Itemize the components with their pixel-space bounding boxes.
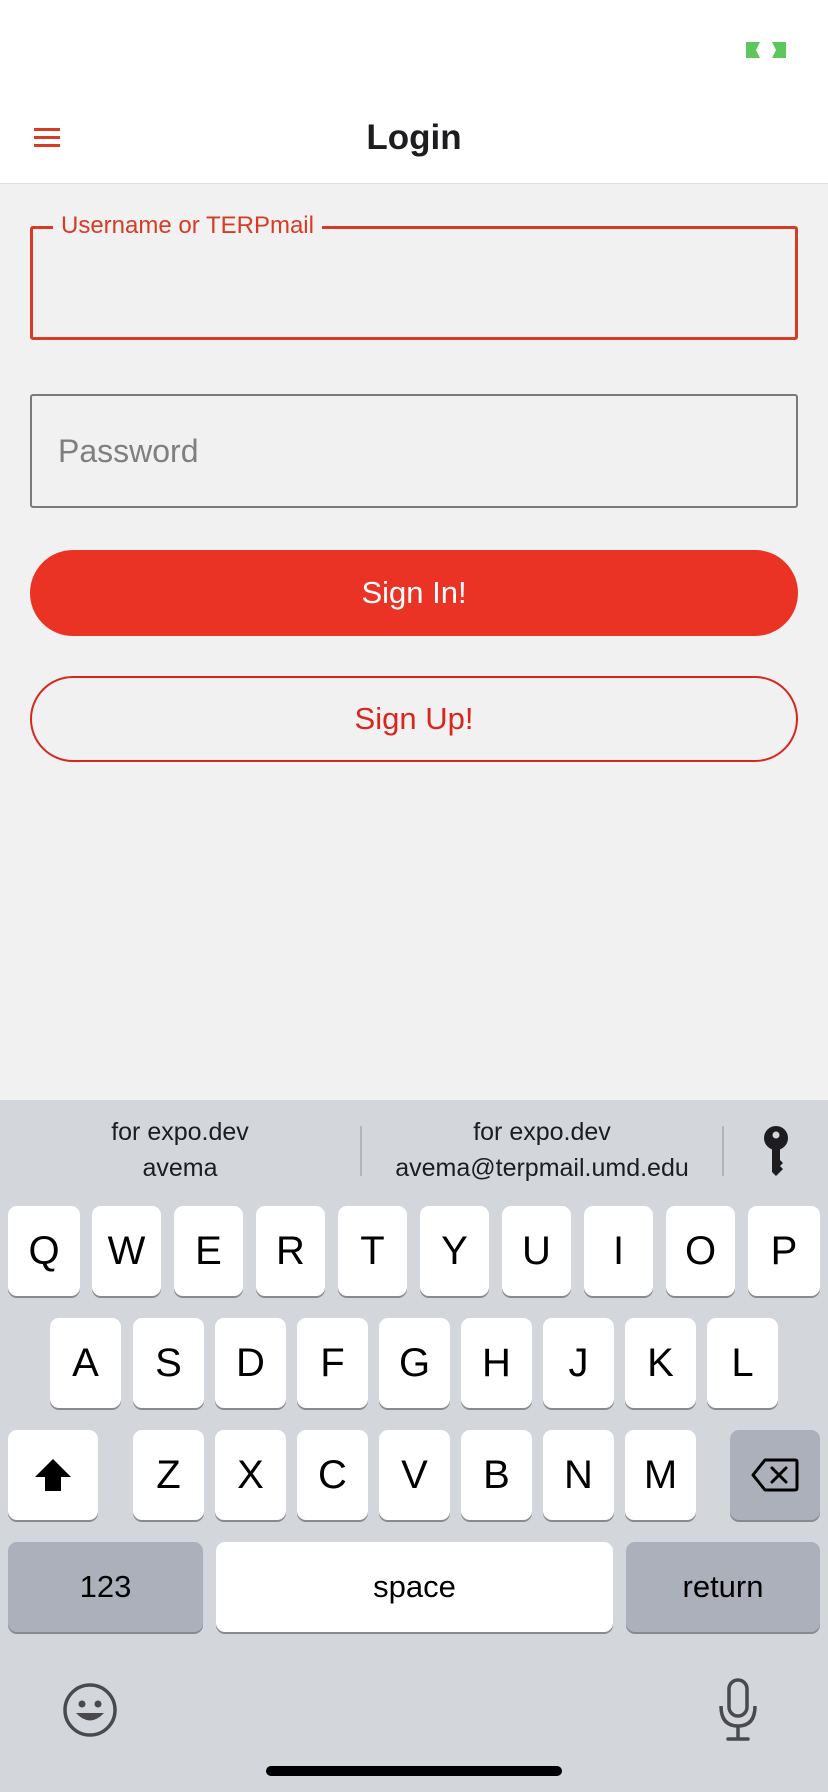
suggestion-site: for expo.dev (111, 1118, 249, 1146)
key-i[interactable]: I (584, 1206, 653, 1296)
password-suggestion-avema[interactable]: for expo.dev avema (0, 1114, 360, 1188)
key-o[interactable]: O (666, 1206, 735, 1296)
key-z[interactable]: Z (133, 1430, 204, 1520)
key-d[interactable]: D (215, 1318, 286, 1408)
space-key[interactable]: space (216, 1542, 613, 1632)
username-label: Username or TERPmail (53, 211, 322, 241)
suggestion-site: for expo.dev (473, 1118, 611, 1146)
header-bar: Login (0, 0, 828, 184)
key-h[interactable]: H (461, 1318, 532, 1408)
username-field[interactable]: Username or TERPmail (30, 211, 798, 340)
key-j[interactable]: J (543, 1318, 614, 1408)
suggestion-account: avema@terpmail.umd.edu (395, 1154, 689, 1182)
key-f[interactable]: F (297, 1318, 368, 1408)
key-s[interactable]: S (133, 1318, 204, 1408)
key-u[interactable]: U (502, 1206, 571, 1296)
shift-key[interactable] (8, 1430, 98, 1520)
username-input[interactable] (33, 229, 795, 337)
expo-dev-indicator-icon[interactable] (744, 40, 788, 60)
password-suggestion-terpmail[interactable]: for expo.dev avema@terpmail.umd.edu (362, 1114, 722, 1188)
delete-key[interactable] (730, 1430, 820, 1520)
key-q[interactable]: Q (8, 1206, 80, 1296)
sign-up-button[interactable]: Sign Up! (30, 676, 798, 762)
key-w[interactable]: W (92, 1206, 161, 1296)
page-title: Login (366, 118, 462, 157)
return-key[interactable]: return (626, 1542, 820, 1632)
microphone-icon[interactable] (716, 1678, 760, 1742)
numbers-key[interactable]: 123 (8, 1542, 203, 1632)
suggestion-divider (722, 1126, 724, 1176)
password-input[interactable] (32, 396, 796, 506)
key-x[interactable]: X (215, 1430, 286, 1520)
key-e[interactable]: E (174, 1206, 243, 1296)
key-n[interactable]: N (543, 1430, 614, 1520)
home-indicator[interactable] (266, 1766, 562, 1776)
sign-in-button[interactable]: Sign In! (30, 550, 798, 636)
key-g[interactable]: G (379, 1318, 450, 1408)
key-icon[interactable] (760, 1126, 792, 1176)
suggestion-account: avema (142, 1154, 218, 1182)
key-b[interactable]: B (461, 1430, 532, 1520)
key-t[interactable]: T (338, 1206, 407, 1296)
key-c[interactable]: C (297, 1430, 368, 1520)
on-screen-keyboard: for expo.dev avema for expo.dev avema@te… (0, 1100, 828, 1792)
backspace-icon (751, 1458, 799, 1492)
shift-icon (35, 1459, 71, 1491)
key-y[interactable]: Y (420, 1206, 489, 1296)
key-m[interactable]: M (625, 1430, 696, 1520)
login-screen: Login Username or TERPmail Sign In! Sign… (0, 0, 828, 1792)
key-l[interactable]: L (707, 1318, 778, 1408)
key-r[interactable]: R (256, 1206, 325, 1296)
key-a[interactable]: A (50, 1318, 121, 1408)
password-field[interactable] (30, 394, 798, 508)
key-k[interactable]: K (625, 1318, 696, 1408)
key-p[interactable]: P (748, 1206, 820, 1296)
emoji-icon[interactable] (62, 1682, 118, 1738)
key-v[interactable]: V (379, 1430, 450, 1520)
